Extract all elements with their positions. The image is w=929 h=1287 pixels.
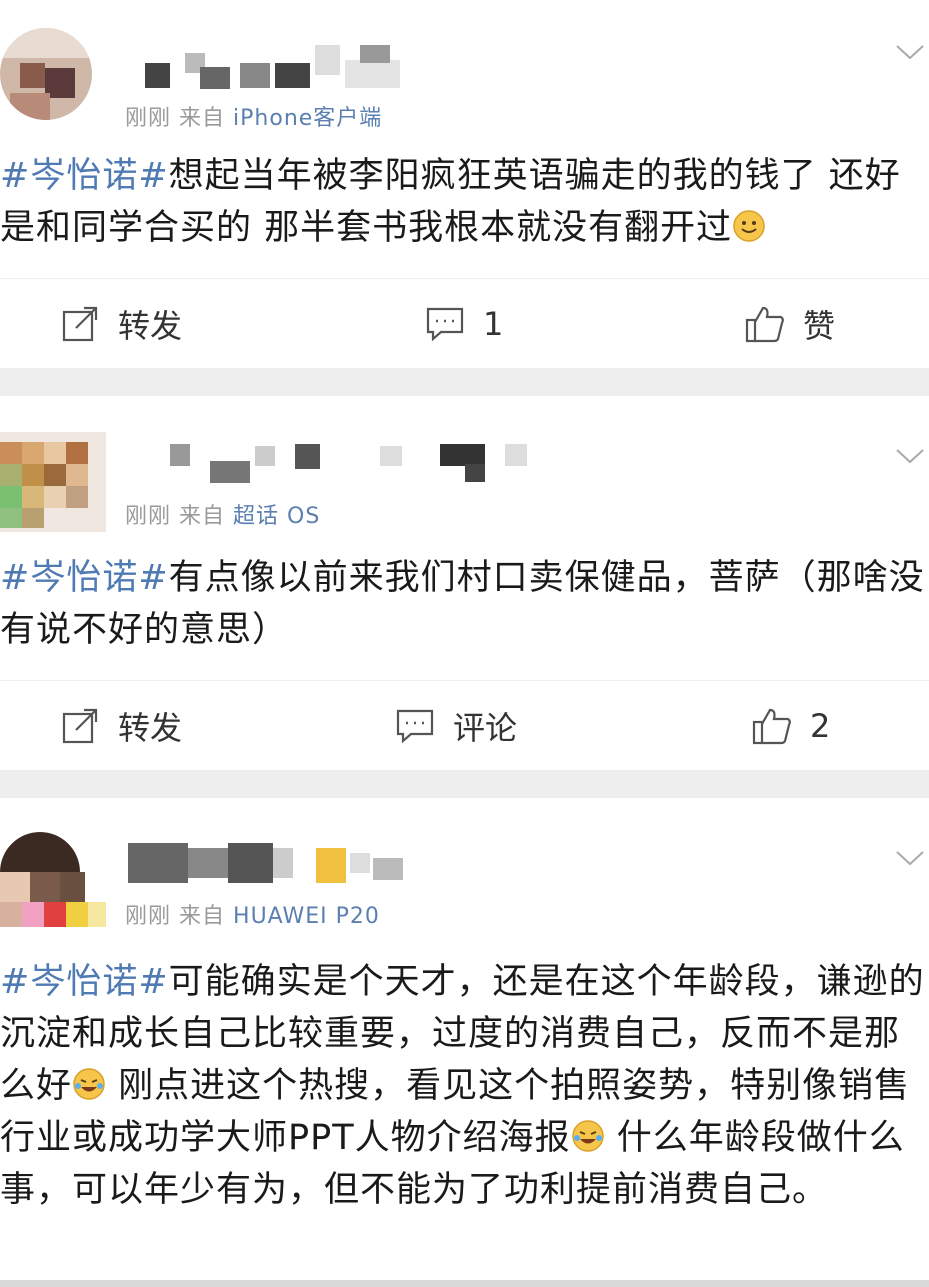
post-content: #岑怡诺#可能确实是个天才，还是在这个年龄段，谦逊的沉淀和成长自己比较重要，过度… bbox=[0, 956, 929, 1216]
username-blurred[interactable] bbox=[165, 436, 535, 486]
chevron-down-icon[interactable] bbox=[895, 42, 925, 62]
thumbs-up-icon bbox=[745, 306, 784, 343]
post-source[interactable]: 超话 OS bbox=[233, 504, 320, 529]
comment-icon bbox=[426, 307, 464, 342]
post-source[interactable]: HUAWEI P20 bbox=[233, 904, 380, 929]
like-button[interactable]: 2 bbox=[752, 681, 830, 771]
repost-button[interactable]: 转发 bbox=[62, 279, 182, 369]
repost-icon bbox=[62, 708, 98, 744]
post-separator bbox=[0, 770, 929, 798]
hashtag-link[interactable]: #岑怡诺# bbox=[0, 962, 169, 1002]
avatar[interactable] bbox=[0, 832, 106, 938]
username-blurred[interactable] bbox=[128, 838, 428, 888]
repost-label: 转发 bbox=[118, 307, 183, 345]
post-content: #岑怡诺#想起当年被李阳疯狂英语骗走的我的钱了 还好是和同学合买的 那半套书我根… bbox=[0, 150, 929, 254]
comment-icon bbox=[396, 709, 434, 744]
comment-button[interactable]: 评论 bbox=[395, 681, 517, 771]
post-time: 刚刚 bbox=[125, 504, 172, 529]
repost-icon bbox=[62, 306, 98, 342]
avatar[interactable] bbox=[0, 432, 106, 532]
laughing-tears-emoji bbox=[73, 1068, 105, 1100]
post-meta: 刚刚 来自 超话 OS bbox=[125, 498, 320, 530]
repost-label: 转发 bbox=[118, 709, 183, 747]
post-time: 刚刚 bbox=[125, 106, 172, 131]
smile-emoji bbox=[733, 210, 765, 242]
post-from: 来自 bbox=[179, 904, 226, 929]
post-actions: 转发 评论 2 bbox=[0, 680, 929, 771]
username-blurred[interactable] bbox=[145, 45, 425, 90]
post-actions: 转发 1 赞 bbox=[0, 278, 929, 369]
like-label: 赞 bbox=[803, 307, 836, 345]
thumbs-up-icon bbox=[752, 708, 791, 745]
like-button[interactable]: 赞 bbox=[745, 279, 835, 369]
comment-label: 评论 bbox=[453, 709, 518, 747]
bottom-divider bbox=[0, 1280, 929, 1287]
comment-button[interactable]: 1 bbox=[425, 279, 503, 369]
hashtag-link[interactable]: #岑怡诺# bbox=[0, 156, 169, 196]
weibo-post-3: 刚刚 来自 HUAWEI P20 #岑怡诺#可能确实是个天才，还是在这个年龄段，… bbox=[0, 798, 929, 1280]
laughing-tears-emoji bbox=[571, 1120, 604, 1152]
post-content: #岑怡诺#有点像以前来我们村口卖保健品，菩萨（那啥没有说不好的意思） bbox=[0, 552, 929, 656]
like-count: 2 bbox=[810, 707, 831, 745]
post-meta: 刚刚 来自 iPhone客户端 bbox=[125, 100, 382, 132]
comment-count: 1 bbox=[483, 305, 504, 343]
post-from: 来自 bbox=[179, 504, 226, 529]
post-time: 刚刚 bbox=[125, 904, 172, 929]
repost-button[interactable]: 转发 bbox=[62, 681, 182, 771]
chevron-down-icon[interactable] bbox=[895, 848, 925, 868]
hashtag-link[interactable]: #岑怡诺# bbox=[0, 558, 169, 598]
chevron-down-icon[interactable] bbox=[895, 446, 925, 466]
post-from: 来自 bbox=[179, 106, 226, 131]
post-source[interactable]: iPhone客户端 bbox=[233, 106, 382, 131]
weibo-post-1: 刚刚 来自 iPhone客户端 #岑怡诺#想起当年被李阳疯狂英语骗走的我的钱了 … bbox=[0, 0, 929, 368]
weibo-post-2: 刚刚 来自 超话 OS #岑怡诺#有点像以前来我们村口卖保健品，菩萨（那啥没有说… bbox=[0, 396, 929, 770]
post-meta: 刚刚 来自 HUAWEI P20 bbox=[125, 898, 380, 930]
avatar[interactable] bbox=[0, 28, 92, 120]
post-separator bbox=[0, 368, 929, 396]
